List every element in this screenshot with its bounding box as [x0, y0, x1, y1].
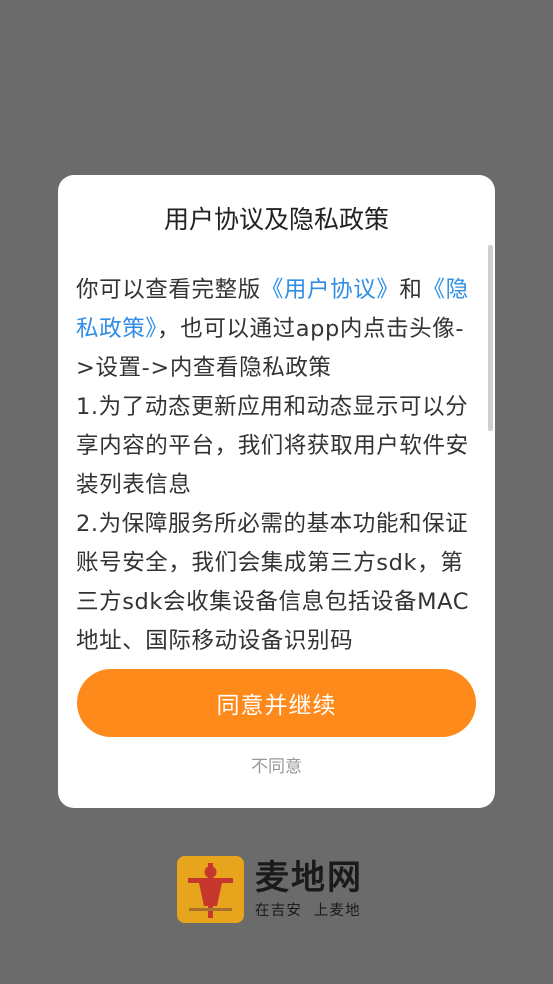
- dialog-title: 用户协议及隐私政策: [163, 205, 389, 234]
- agree-continue-button[interactable]: 同意并继续: [77, 669, 476, 737]
- brand-footer: 麦地网 在吉安 上麦地: [177, 856, 387, 924]
- app-screen: 用户协议及隐私政策 你可以查看完整版《用户协议》和《隐私政策》，也可以通过app…: [0, 0, 553, 984]
- policy-item-1: 1.为了动态更新应用和动态显示可以分享内容的平台，我们将获取用户软件安装列表信息: [76, 394, 469, 498]
- brand-slogan: 在吉安 上麦地: [255, 903, 361, 919]
- policy-item-2: 2.为保障服务所必需的基本功能和保证账号安全，我们会集成第三方sdk，第三方sd…: [76, 511, 470, 654]
- intro-connector: 和: [399, 277, 423, 303]
- intro-paragraph: 你可以查看完整版《用户协议》和《隐私政策》，也可以通过app内点击头像->设置-…: [76, 271, 480, 388]
- scarecrow-logo-icon: [177, 856, 244, 923]
- intro-prefix: 你可以查看完整版: [76, 277, 261, 303]
- dialog-scrollbar[interactable]: [488, 245, 493, 431]
- user-agreement-link[interactable]: 《用户协议》: [261, 277, 400, 303]
- privacy-dialog: 用户协议及隐私政策 你可以查看完整版《用户协议》和《隐私政策》，也可以通过app…: [58, 175, 495, 808]
- brand-name: 麦地网: [255, 858, 363, 898]
- disagree-button[interactable]: 不同意: [58, 755, 495, 779]
- dialog-body-scroll[interactable]: 你可以查看完整版《用户协议》和《隐私政策》，也可以通过app内点击头像->设置-…: [76, 271, 480, 655]
